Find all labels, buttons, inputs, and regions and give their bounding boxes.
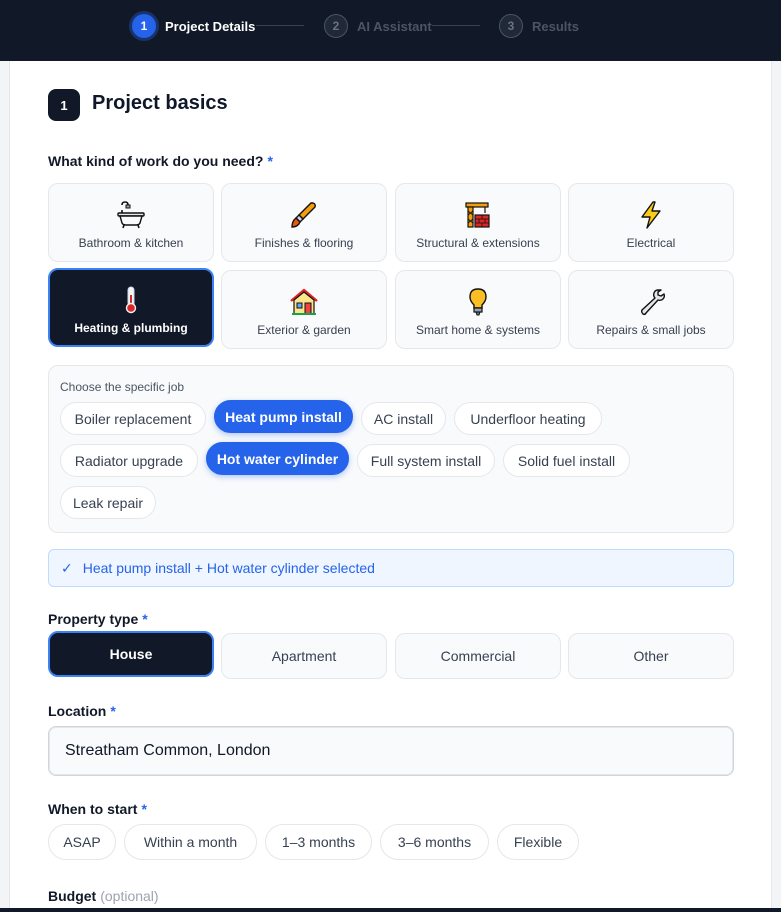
step-ai-assistant[interactable]: 2 AI Assistant: [324, 13, 432, 39]
step-connector: [256, 25, 304, 26]
work-type-label-text: What kind of work do you need?: [48, 153, 264, 169]
category-label: Electrical: [626, 235, 676, 250]
step-results[interactable]: 3 Results: [499, 13, 579, 39]
job-option[interactable]: Underfloor heating: [454, 402, 602, 435]
category-label: Repairs & small jobs: [596, 322, 706, 337]
required-marker: *: [141, 801, 147, 817]
start-option-3-6-months[interactable]: 3–6 months: [380, 824, 489, 860]
construction-crane-icon: [463, 200, 493, 230]
required-marker: *: [142, 611, 148, 627]
job-option[interactable]: AC install: [361, 402, 446, 435]
location-label-text: Location: [48, 703, 107, 719]
job-option[interactable]: Leak repair: [60, 486, 156, 519]
start-option-1-3-months[interactable]: 1–3 months: [265, 824, 372, 860]
check-icon: ✓: [61, 559, 73, 576]
progress-stepper: 1 Project Details 2 AI Assistant 3 Resul…: [0, 0, 781, 61]
property-type-commercial[interactable]: Commercial: [395, 633, 561, 679]
category-finishes-flooring[interactable]: Finishes & flooring: [221, 183, 387, 262]
location-label: Location *: [48, 703, 116, 719]
category-label: Exterior & garden: [257, 322, 351, 337]
step-number: 2: [324, 14, 348, 38]
when-to-start-label-text: When to start: [48, 801, 138, 817]
thermometer-icon: [116, 285, 146, 315]
step-connector: [432, 25, 480, 26]
section-title: Project basics: [92, 92, 228, 114]
lightbulb-icon: [463, 287, 493, 317]
when-to-start-label: When to start *: [48, 801, 147, 817]
category-label: Heating & plumbing: [74, 320, 188, 335]
category-label: Smart home & systems: [415, 322, 541, 337]
start-option-within-month[interactable]: Within a month: [124, 824, 257, 860]
category-exterior-garden[interactable]: Exterior & garden: [221, 270, 387, 349]
step-project-details[interactable]: 1 Project Details: [132, 13, 255, 39]
house-icon: [289, 287, 319, 317]
step-number: 3: [499, 14, 523, 38]
job-option-selected[interactable]: Hot water cylinder: [206, 442, 349, 475]
category-structural-extensions[interactable]: Structural & extensions: [395, 183, 561, 262]
step-label: Results: [532, 18, 579, 34]
category-repairs-small-jobs[interactable]: Repairs & small jobs: [568, 270, 734, 349]
selection-summary: ✓ Heat pump install + Hot water cylinder…: [48, 549, 734, 587]
required-marker: *: [110, 703, 116, 719]
category-heating-plumbing[interactable]: Heating & plumbing: [48, 268, 214, 347]
property-type-house[interactable]: House: [48, 631, 214, 677]
wrench-icon: [636, 287, 666, 317]
property-type-other[interactable]: Other: [568, 633, 734, 679]
property-type-label: Property type *: [48, 611, 148, 627]
optional-marker: (optional): [100, 888, 159, 904]
step-label: Project Details: [165, 18, 256, 34]
job-option[interactable]: Radiator upgrade: [60, 444, 198, 477]
job-option[interactable]: Solid fuel install: [503, 444, 630, 477]
selection-summary-text: Heat pump install + Hot water cylinder s…: [82, 560, 375, 576]
lightning-icon: [636, 200, 666, 230]
paintbrush-icon: [289, 200, 319, 230]
location-input[interactable]: [48, 726, 734, 776]
bathtub-icon: [116, 200, 146, 230]
specific-job-title: Choose the specific job: [60, 380, 185, 394]
category-label: Finishes & flooring: [254, 235, 354, 250]
category-bathroom-kitchen[interactable]: Bathroom & kitchen: [48, 183, 214, 262]
start-option-asap[interactable]: ASAP: [48, 824, 116, 860]
category-label: Structural & extensions: [416, 235, 540, 250]
job-option[interactable]: Full system install: [357, 444, 495, 477]
category-smart-home-systems[interactable]: Smart home & systems: [395, 270, 561, 349]
job-option-selected[interactable]: Heat pump install: [214, 400, 353, 433]
category-label: Bathroom & kitchen: [78, 235, 184, 250]
property-type-label-text: Property type: [48, 611, 139, 627]
budget-label: Budget (optional): [48, 888, 159, 904]
start-option-flexible[interactable]: Flexible: [497, 824, 579, 860]
bottom-edge: [0, 908, 781, 912]
step-number: 1: [132, 14, 156, 38]
budget-label-text: Budget: [48, 888, 97, 904]
required-marker: *: [267, 153, 273, 169]
property-type-apartment[interactable]: Apartment: [221, 633, 387, 679]
step-label: AI Assistant: [357, 18, 432, 34]
job-option[interactable]: Boiler replacement: [60, 402, 206, 435]
section-number-badge: 1: [48, 89, 80, 121]
work-type-label: What kind of work do you need? *: [48, 153, 273, 169]
category-electrical[interactable]: Electrical: [568, 183, 734, 262]
